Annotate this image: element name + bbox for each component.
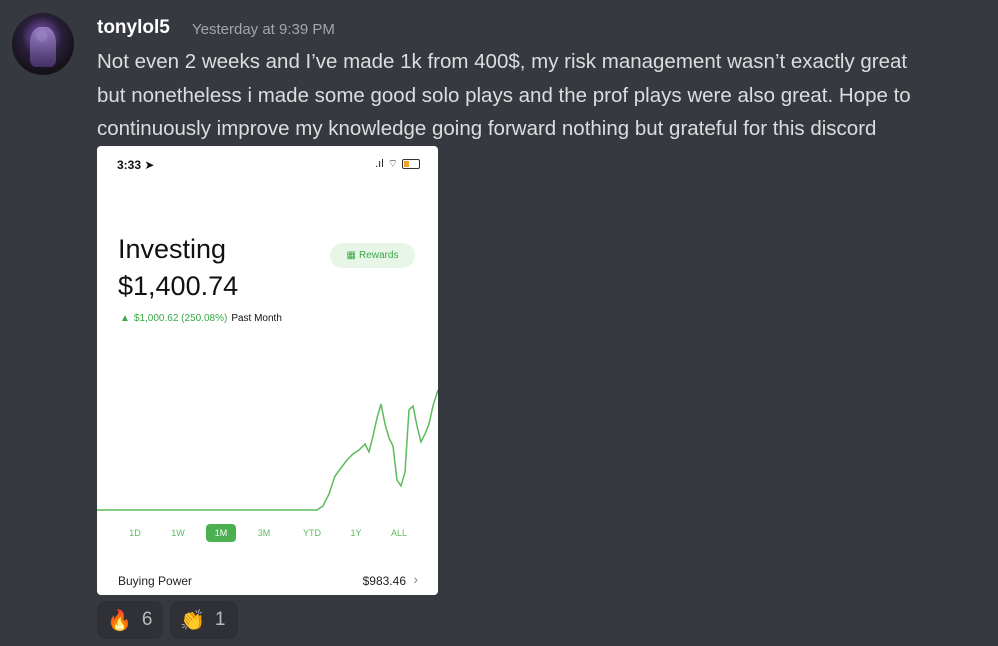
reaction-count: 6 xyxy=(141,609,153,630)
portfolio-value: $1,400.74 xyxy=(118,271,239,301)
reaction-fire[interactable]: 🔥 6 xyxy=(97,601,163,639)
wifi-icon: ⌔ xyxy=(387,158,398,170)
message-line: Not even 2 weeks and I’ve made 1k from 4… xyxy=(97,50,908,73)
reaction-count: 1 xyxy=(214,609,226,630)
avatar[interactable] xyxy=(12,13,74,75)
phone-status-time: 3:33 ➤ xyxy=(117,158,155,172)
change-summary: ▲ $1,000.62 (250.08%) Past Month xyxy=(120,313,282,324)
timestamp: Yesterday at 9:39 PM xyxy=(192,21,335,38)
message-text: Not even 2 weeks and I’ve made 1k from 4… xyxy=(97,45,987,146)
buying-power-value: $983.46 xyxy=(362,574,406,588)
clap-icon: 👏 xyxy=(180,609,205,632)
range-1w: 1W xyxy=(171,528,185,538)
fire-icon: 🔥 xyxy=(107,609,132,632)
time-range-selector: 1D 1W 1M 3M YTD 1Y ALL xyxy=(97,524,438,544)
battery-icon xyxy=(402,159,420,169)
location-arrow-icon: ➤ xyxy=(144,158,155,172)
reaction-clap[interactable]: 👏 1 xyxy=(170,601,238,639)
avatar-figure xyxy=(30,27,56,67)
range-3m: 3M xyxy=(257,528,271,538)
range-1y: 1Y xyxy=(350,528,362,538)
rewards-button: ▦ Rewards xyxy=(330,243,415,268)
range-ytd: YTD xyxy=(303,528,321,538)
message-line: but nonetheless i made some good solo pl… xyxy=(97,83,911,107)
portfolio-chart xyxy=(97,389,438,511)
change-amount: $1,000.62 (250.08%) xyxy=(133,313,228,324)
gift-icon: ▦ xyxy=(346,250,356,261)
signal-icon: .ıl xyxy=(375,158,384,170)
image-attachment[interactable]: 3:33 ➤ .ıl ⌔ Investing $1,400.74 ▦ Rewar… xyxy=(97,146,438,595)
phone-status-icons: .ıl ⌔ xyxy=(375,157,420,171)
message-line: continuously improve my knowledge going … xyxy=(97,117,877,140)
up-arrow-icon: ▲ xyxy=(120,313,130,324)
buying-power-label: Buying Power xyxy=(118,574,193,588)
chart-line xyxy=(97,389,438,511)
username[interactable]: tonylol5 xyxy=(97,16,170,40)
investing-title: Investing xyxy=(118,234,227,264)
chevron-right-icon: › xyxy=(413,571,418,587)
range-all: ALL xyxy=(390,528,407,538)
range-1d: 1D xyxy=(129,528,141,538)
range-1m: 1M xyxy=(206,524,236,542)
change-period: Past Month xyxy=(231,313,282,324)
